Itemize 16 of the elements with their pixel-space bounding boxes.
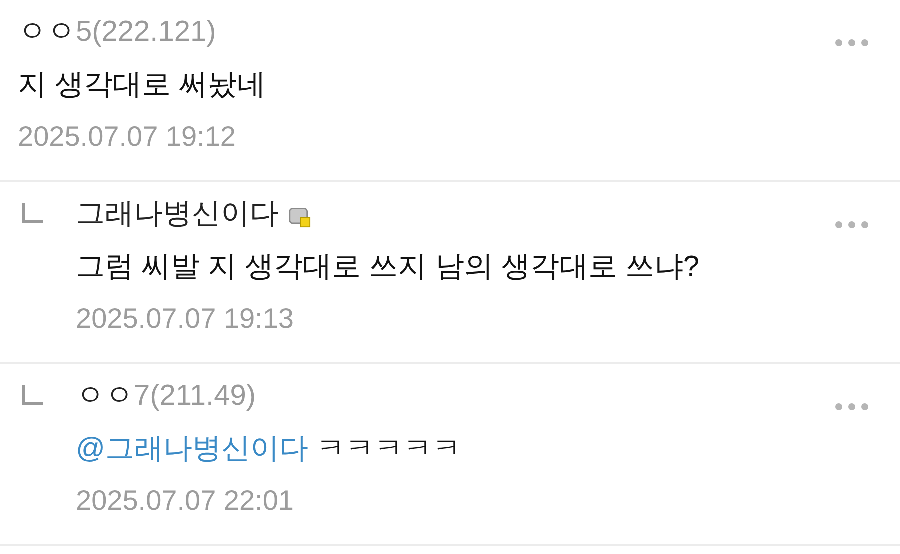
author-name: ㅇㅇ (18, 15, 76, 50)
more-icon[interactable] (834, 38, 870, 48)
author-name: ㅇㅇ (76, 379, 134, 414)
author-ip: 5(222.121) (76, 15, 216, 50)
author-ip: 7(211.49) (134, 379, 256, 414)
author-name: 그래나병신이다 (76, 197, 279, 232)
reply-indicator-icon (22, 384, 44, 406)
more-icon[interactable] (834, 220, 870, 230)
comment-date: 2025.07.07 19:13 (76, 302, 295, 336)
more-icon[interactable] (834, 402, 870, 412)
reply-indicator-icon (22, 202, 44, 224)
comment-text: 지 생각대로 써놨네 (18, 68, 266, 104)
comment-text: 그럼 씨발 지 생각대로 쓰지 남의 생각대로 쓰냐? (76, 250, 700, 286)
comment-date: 2025.07.07 22:01 (76, 484, 295, 518)
comment-text: @그래나병신이다 ㅋㅋㅋㅋㅋ (76, 432, 462, 468)
comment-date: 2025.07.07 19:12 (18, 120, 237, 154)
